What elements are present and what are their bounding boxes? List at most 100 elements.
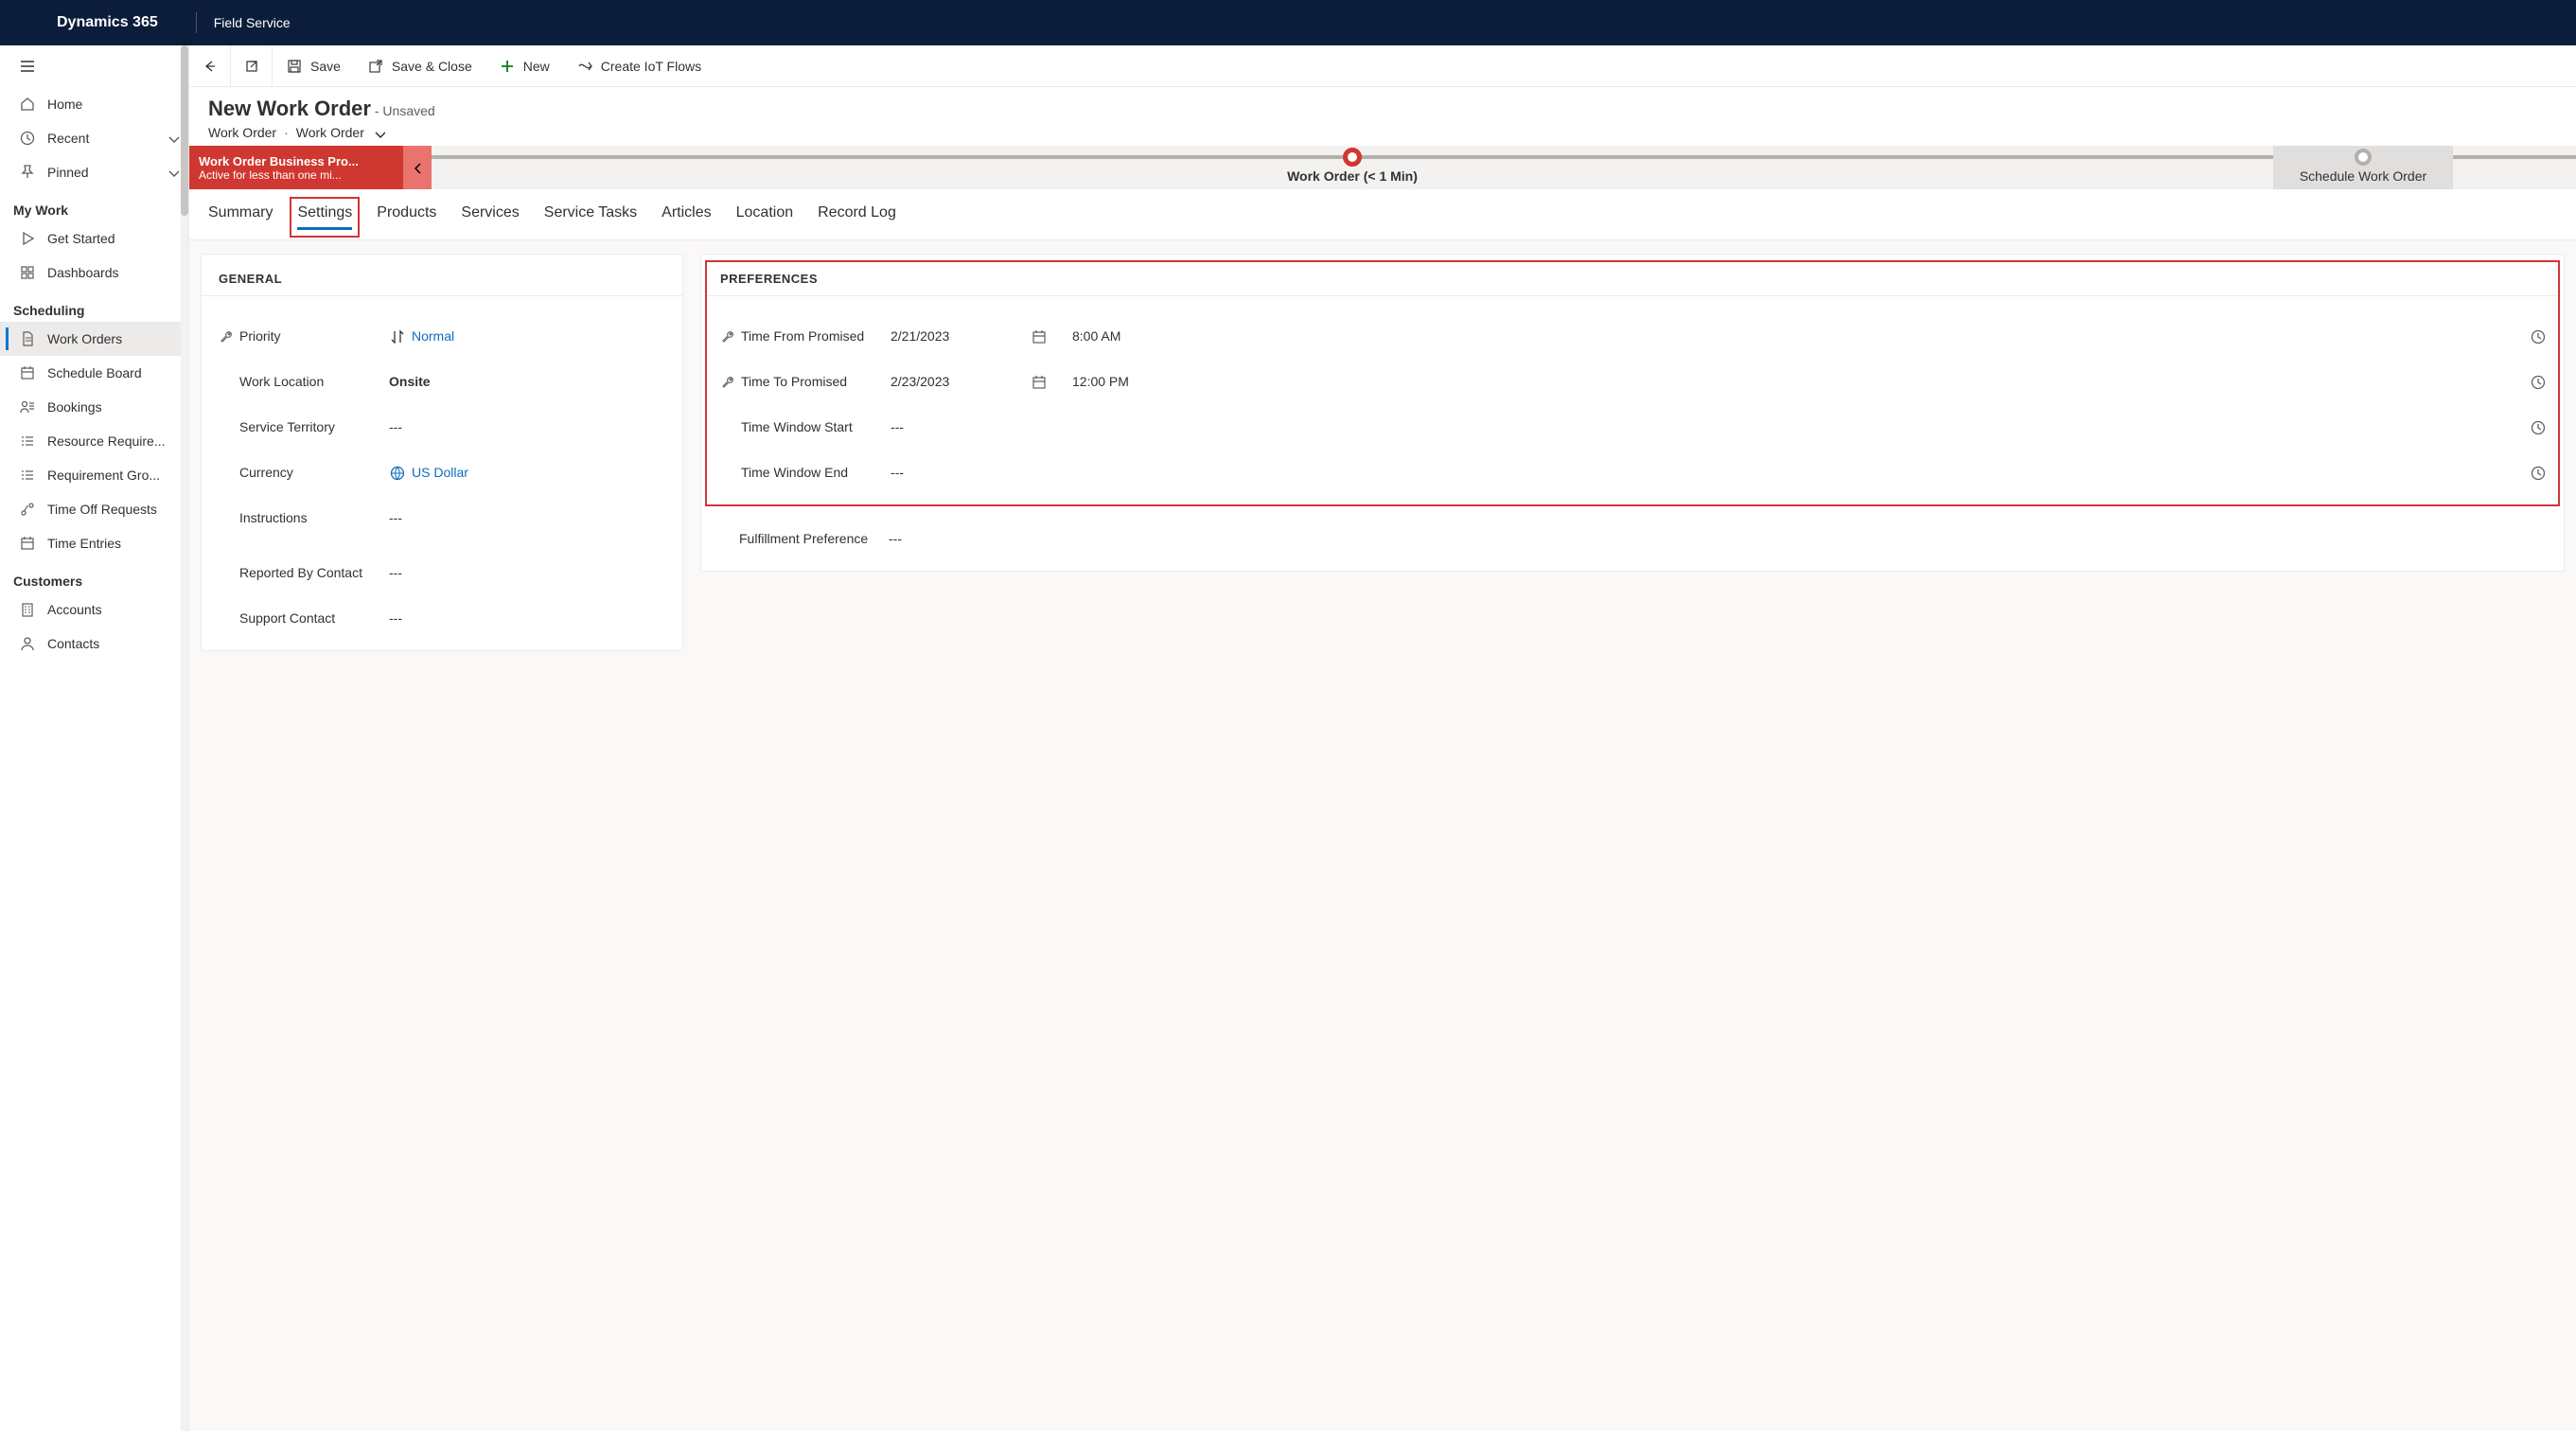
sidebar-scrollbar[interactable] — [181, 45, 188, 1431]
group-customers: Customers — [0, 560, 188, 592]
business-process-flow: Work Order Business Pro... Active for le… — [189, 146, 2576, 189]
nav-accounts[interactable]: Accounts — [0, 592, 188, 627]
page-title: New Work Order — [208, 97, 371, 120]
tab-products[interactable]: Products — [377, 204, 436, 230]
wrench-icon — [720, 374, 735, 389]
flow-icon — [576, 58, 593, 75]
field-priority[interactable]: Priority Normal — [219, 313, 665, 359]
calendar-icon — [19, 364, 36, 381]
bpf-stage-work-order[interactable]: Work Order (< 1 Min) — [432, 146, 2273, 189]
nav-schedule-board[interactable]: Schedule Board — [0, 356, 188, 390]
nav-dashboards[interactable]: Dashboards — [0, 256, 188, 290]
command-bar: Save Save & Close New Create IoT Flows — [189, 45, 2576, 87]
person-icon — [19, 635, 36, 652]
doc-icon — [19, 330, 36, 347]
nav-contacts[interactable]: Contacts — [0, 627, 188, 661]
chevron-down-icon[interactable] — [372, 126, 385, 139]
clock-icon[interactable] — [2530, 328, 2545, 344]
chevron-down-icon — [166, 165, 181, 180]
tab-service-tasks[interactable]: Service Tasks — [544, 204, 637, 230]
field-time-window-end[interactable]: Time Window End --- — [720, 450, 2545, 495]
breadcrumb-entity: Work Order — [208, 125, 276, 140]
chevron-down-icon — [166, 131, 181, 146]
field-time-from-promised[interactable]: Time From Promised 2/21/2023 8:00 AM — [720, 313, 2545, 359]
nav-recent[interactable]: Recent — [0, 121, 188, 155]
breadcrumb-form[interactable]: Work Order — [296, 125, 364, 140]
clock-icon — [19, 130, 36, 147]
save-close-button[interactable]: Save & Close — [354, 45, 485, 87]
list-icon — [19, 467, 36, 484]
back-button[interactable] — [189, 45, 231, 87]
unsaved-label: - Unsaved — [375, 103, 435, 118]
global-topbar: Dynamics 365 Field Service — [0, 0, 2576, 45]
nav-resource-requirements[interactable]: Resource Require... — [0, 424, 188, 458]
play-icon — [19, 230, 36, 247]
nav-pinned[interactable]: Pinned — [0, 155, 188, 189]
sidebar: Home Recent Pinned My Work Get Started D… — [0, 45, 189, 1431]
field-instructions[interactable]: Instructions --- — [219, 495, 665, 540]
hamburger-icon[interactable] — [19, 58, 36, 75]
sort-icon — [389, 328, 404, 344]
field-fulfillment-preference[interactable]: Fulfillment Preference --- — [718, 516, 2547, 561]
preferences-section: PREFERENCES Time From Promised 2/21/2023… — [700, 254, 2565, 572]
plus-icon — [499, 58, 516, 75]
nav-time-entries[interactable]: Time Entries — [0, 526, 188, 560]
calendar-icon[interactable] — [1031, 328, 1046, 344]
tab-settings[interactable]: Settings — [297, 204, 352, 230]
main-content: Save Save & Close New Create IoT Flows N… — [189, 45, 2576, 1431]
save-button[interactable]: Save — [273, 45, 354, 87]
clock-icon[interactable] — [2530, 419, 2545, 434]
breadcrumb: Work Order · Work Order — [208, 125, 2557, 140]
bpf-collapse-button[interactable] — [403, 146, 432, 189]
general-heading: GENERAL — [219, 272, 665, 286]
field-time-window-start[interactable]: Time Window Start --- — [720, 404, 2545, 450]
general-section: GENERAL Priority Normal Work Location On… — [201, 254, 683, 651]
page-header: New Work Order - Unsaved Work Order · Wo… — [189, 87, 2576, 146]
route-icon — [19, 501, 36, 518]
pin-icon — [19, 164, 36, 181]
new-button[interactable]: New — [485, 45, 563, 87]
building-icon — [19, 601, 36, 618]
field-service-territory[interactable]: Service Territory --- — [219, 404, 665, 450]
nav-home[interactable]: Home — [0, 87, 188, 121]
tab-services[interactable]: Services — [461, 204, 519, 230]
preferences-heading: PREFERENCES — [720, 272, 2545, 286]
save-icon — [286, 58, 303, 75]
wrench-icon — [219, 328, 234, 344]
group-mywork: My Work — [0, 189, 188, 221]
grid-icon — [19, 264, 36, 281]
field-support-contact[interactable]: Support Contact --- — [219, 595, 665, 641]
clock-icon[interactable] — [2530, 465, 2545, 480]
nav-bookings[interactable]: Bookings — [0, 390, 188, 424]
app-subtitle: Field Service — [214, 15, 291, 30]
field-time-to-promised[interactable]: Time To Promised 2/23/2023 12:00 PM — [720, 359, 2545, 404]
list-icon — [19, 433, 36, 450]
topbar-divider — [196, 12, 197, 33]
wrench-icon — [720, 328, 735, 344]
brand-label: Dynamics 365 — [19, 14, 196, 31]
bpf-header[interactable]: Work Order Business Pro... Active for le… — [189, 146, 403, 189]
tab-location[interactable]: Location — [736, 204, 794, 230]
popout-button[interactable] — [231, 45, 273, 87]
globe-icon — [389, 465, 404, 480]
people-icon — [19, 398, 36, 415]
nav-work-orders[interactable]: Work Orders — [0, 322, 188, 356]
field-work-location[interactable]: Work Location Onsite — [219, 359, 665, 404]
create-iot-flows-button[interactable]: Create IoT Flows — [563, 45, 715, 87]
bpf-stage-schedule[interactable]: Schedule Work Order — [2273, 146, 2453, 189]
clock-icon[interactable] — [2530, 374, 2545, 389]
calendar-icon — [19, 535, 36, 552]
calendar-icon[interactable] — [1031, 374, 1046, 389]
field-reported-by[interactable]: Reported By Contact --- — [219, 550, 665, 595]
nav-get-started[interactable]: Get Started — [0, 221, 188, 256]
tab-summary[interactable]: Summary — [208, 204, 273, 230]
field-currency[interactable]: Currency US Dollar — [219, 450, 665, 495]
tab-record-log[interactable]: Record Log — [818, 204, 896, 230]
nav-time-off[interactable]: Time Off Requests — [0, 492, 188, 526]
nav-requirement-groups[interactable]: Requirement Gro... — [0, 458, 188, 492]
group-scheduling: Scheduling — [0, 290, 188, 322]
form-tabs: Summary Settings Products Services Servi… — [189, 189, 2576, 240]
home-icon — [19, 96, 36, 113]
preferences-highlight: PREFERENCES Time From Promised 2/21/2023… — [705, 260, 2560, 506]
tab-articles[interactable]: Articles — [662, 204, 711, 230]
